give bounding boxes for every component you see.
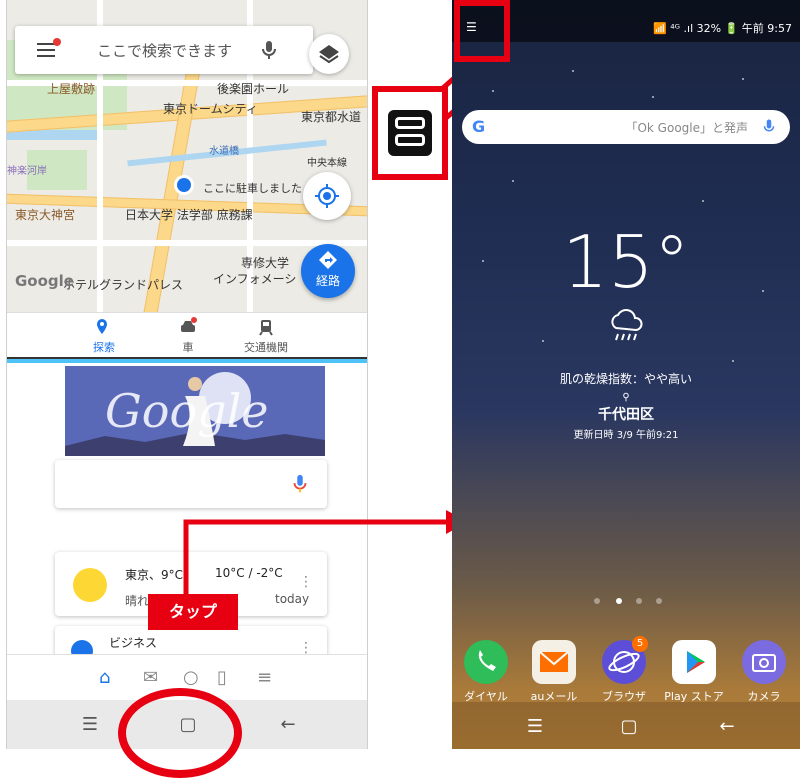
explore-icon	[97, 319, 107, 334]
mic-icon[interactable]	[257, 38, 281, 62]
recent-apps-icon	[388, 110, 432, 156]
location-name: 千代田区	[598, 407, 654, 423]
map-label: 上屋敷跡	[47, 82, 96, 96]
google-search-widget[interactable]: G 「Ok Google」と発声	[462, 110, 790, 144]
left-phone-screen: 上屋敷跡 後楽園ホール 東京ドームシティ 東京都水道 水道橋 中央本線 神楽河岸…	[6, 0, 368, 749]
rain-icon	[611, 309, 643, 341]
weather-condition: 晴れ	[125, 594, 150, 608]
dryness-index: 肌の乾燥指数：やや高い	[559, 372, 692, 386]
my-location-button[interactable]	[303, 172, 351, 220]
app-au-mail[interactable]: auメール	[524, 640, 584, 704]
play-store-icon	[672, 640, 716, 684]
page-indicator	[636, 598, 642, 604]
recent-apps-icon[interactable]: ☰	[524, 716, 546, 738]
app-dialer[interactable]: ダイヤル	[456, 640, 516, 704]
map-label: 東京大神宮	[15, 208, 76, 222]
page-indicator	[656, 598, 662, 604]
map-label: インフォメーシ	[213, 272, 297, 286]
menu-icon[interactable]: ≡	[257, 667, 272, 688]
google-search-box[interactable]	[55, 460, 327, 508]
weather-today: today	[275, 592, 310, 606]
menu-icon[interactable]	[37, 43, 55, 57]
tab-car[interactable]: 車	[143, 317, 233, 355]
recent-apps-icon: ☰	[466, 20, 477, 34]
tab-label: 探索	[93, 341, 115, 354]
more-options-icon[interactable]: ⋮	[299, 574, 313, 590]
home-icon[interactable]: ⌂	[99, 667, 110, 688]
mic-icon[interactable]	[760, 118, 778, 136]
status-bar-highlight: ☰	[454, 0, 510, 62]
temperature: 15°	[562, 220, 690, 304]
page-indicator	[594, 598, 600, 604]
map-label: 日本大学 法学部 庶務課	[125, 208, 253, 222]
home-icon[interactable]: ▢	[618, 716, 640, 738]
tab-explore[interactable]: 探索	[59, 317, 149, 355]
app-camera[interactable]: カメラ	[734, 640, 794, 704]
search-input[interactable]: ここで検索できます	[97, 40, 232, 61]
mode-tabs: 探索 車 交通機関	[7, 312, 367, 363]
tabs-icon[interactable]: ▯	[217, 667, 227, 688]
map-label: ホテルグランドパレス	[63, 278, 184, 292]
layers-icon	[319, 45, 339, 64]
search-hint: 「Ok Google」と発声	[625, 121, 748, 135]
map-label: 中央本線	[307, 158, 347, 169]
updates-icon[interactable]: ✉	[143, 667, 158, 688]
notification-badge: 5	[632, 636, 648, 652]
recent-apps-icon[interactable]: ☰	[79, 714, 101, 736]
weather-city: 東京、9°C	[125, 568, 184, 582]
directions-icon	[319, 251, 337, 269]
weather-range: 10°C / -2°C	[215, 566, 283, 580]
mic-icon[interactable]	[289, 473, 311, 495]
parked-location-marker[interactable]	[173, 174, 195, 196]
location-pin-icon: ⚲	[622, 392, 630, 403]
tap-highlight-ring	[118, 688, 242, 778]
map-label: 東京ドームシティ	[163, 102, 258, 116]
map-label: ここに駐車しました	[203, 182, 302, 195]
camera-icon	[742, 640, 786, 684]
map-search-bar[interactable]: ここで検索できます	[15, 26, 313, 74]
recent-apps-callout	[372, 86, 448, 180]
updated-time[interactable]: 更新日時 3/9 午前9:21	[452, 426, 800, 441]
back-icon[interactable]: ←	[716, 716, 738, 738]
app-play-store[interactable]: Play ストア	[664, 640, 724, 704]
google-doodle[interactable]: Google	[65, 366, 325, 456]
route-label: 経路	[315, 274, 340, 288]
train-icon	[259, 320, 273, 336]
tab-label: 車	[182, 341, 194, 354]
map-label: 専修大学	[241, 256, 290, 270]
app-browser[interactable]: 5 ブラウザ	[594, 636, 654, 704]
search-icon[interactable]: ○	[183, 667, 199, 688]
tab-label: 交通機関	[244, 341, 288, 354]
browser-icon: 5	[602, 636, 648, 684]
divider	[7, 359, 367, 363]
route-button[interactable]: 経路	[301, 244, 355, 298]
map-label: 水道橋	[209, 146, 239, 157]
map-label: 東京都水道	[301, 110, 362, 124]
page-indicator-active	[616, 598, 622, 604]
car-icon	[181, 317, 197, 332]
au-mail-icon	[532, 640, 576, 684]
sunny-icon	[73, 568, 107, 602]
status-indicators: 📶 ⁴ᴳ .ıl 32% 🔋 午前 9:57	[653, 22, 792, 35]
google-logo: Google	[15, 272, 74, 290]
business-label: ビジネス	[109, 636, 158, 650]
my-location-icon	[315, 184, 339, 208]
android-nav-bar: ☰ ▢ ←	[452, 702, 800, 749]
doodle-text: Google	[105, 384, 269, 438]
tap-label: タップ	[148, 594, 238, 630]
google-g-icon: G	[472, 117, 486, 136]
right-phone-screen: 📶 ⁴ᴳ .ıl 32% 🔋 午前 9:57 G 「Ok Google」と発声 …	[452, 0, 800, 749]
map-label: 後楽園ホール	[217, 82, 290, 96]
phone-icon	[464, 640, 508, 684]
notification-dot	[53, 38, 61, 46]
tab-transit[interactable]: 交通機関	[221, 317, 311, 355]
layers-button[interactable]	[309, 34, 349, 74]
map-label: 神楽河岸	[7, 166, 47, 177]
back-icon[interactable]: ←	[277, 714, 299, 736]
